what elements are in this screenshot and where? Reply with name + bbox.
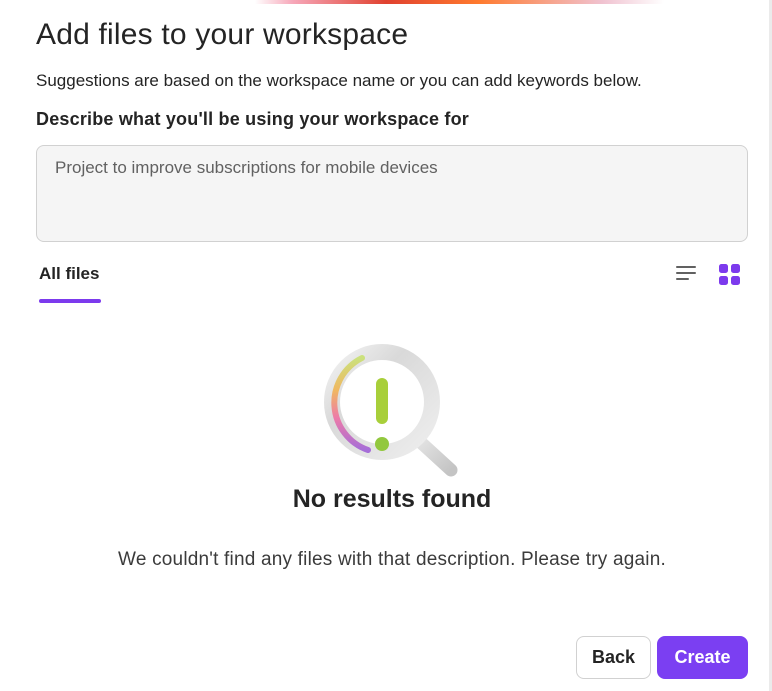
tab-all-files-label: All files [39,264,100,283]
tab-all-files[interactable]: All files [36,262,104,304]
list-view-icon [676,266,696,280]
grid-view-button[interactable] [716,260,744,288]
dialog-title: Add files to your workspace [36,18,409,51]
tab-selected-indicator [39,299,101,303]
dialog-subtitle: Suggestions are based on the workspace n… [36,71,642,90]
add-files-dialog: Add files to your workspace Suggestions … [0,0,772,691]
back-button[interactable]: Back [576,636,651,679]
description-label: Describe what you'll be using your works… [36,109,469,129]
header-banner [0,0,772,4]
grid-view-icon [719,264,740,285]
workspace-description-input[interactable] [36,145,748,242]
no-results-magnifier-icon [318,340,466,480]
empty-state-title: No results found [292,485,492,513]
empty-state-message: We couldn't find any files with that des… [118,549,666,570]
create-button[interactable]: Create [657,636,748,679]
list-view-button[interactable] [672,260,700,288]
